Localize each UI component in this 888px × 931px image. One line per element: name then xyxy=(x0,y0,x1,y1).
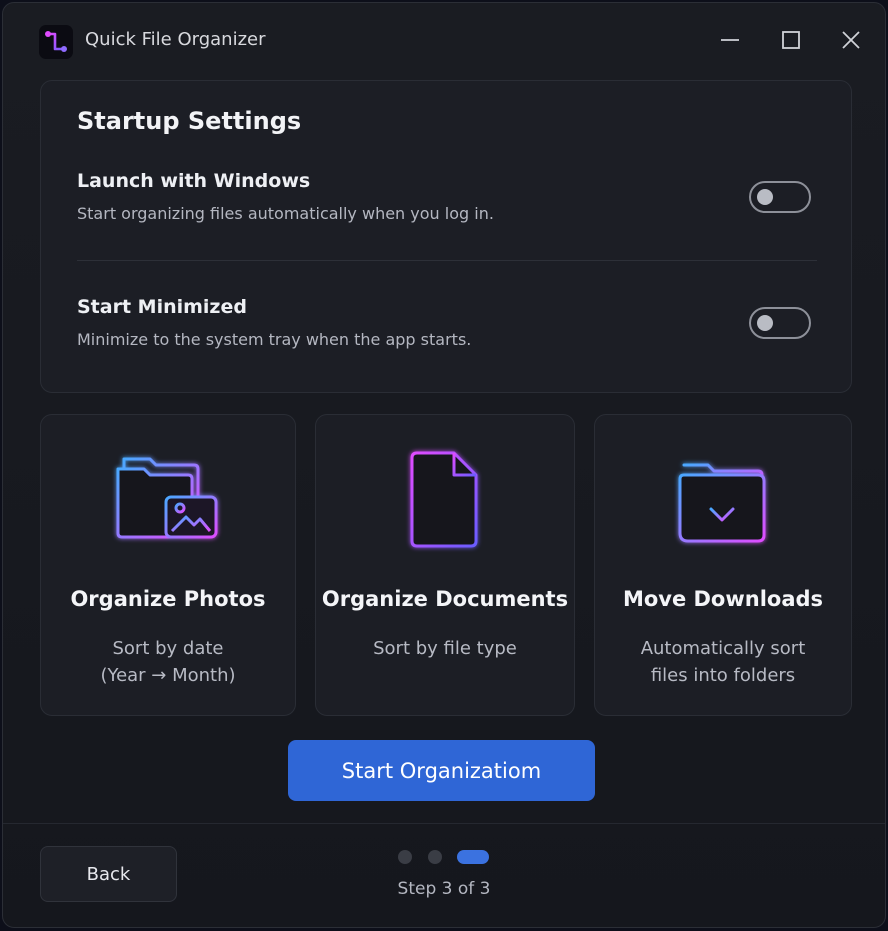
step-dot-3-active xyxy=(457,850,489,864)
setting-label: Launch with Windows xyxy=(77,170,311,192)
footer-divider xyxy=(3,823,885,824)
maximize-button[interactable] xyxy=(773,23,809,57)
move-downloads-card[interactable]: Move Downloads Automatically sort files … xyxy=(594,414,852,716)
startup-settings-card: Startup Settings Launch with Windows Sta… xyxy=(40,80,852,393)
step-dot-2 xyxy=(428,850,442,864)
title-bar[interactable]: Quick File Organizer xyxy=(3,3,885,75)
settings-divider xyxy=(77,260,817,261)
description-line: files into folders xyxy=(650,665,796,686)
window-title: Quick File Organizer xyxy=(85,29,266,50)
start-minimized-toggle[interactable] xyxy=(749,307,811,339)
action-title: Organize Photos xyxy=(70,587,266,611)
description-line: (Year → Month) xyxy=(100,665,236,686)
setting-start-minimized: Start Minimized Minimize to the system t… xyxy=(77,296,815,376)
minimize-button[interactable] xyxy=(712,23,748,57)
close-icon xyxy=(842,31,860,49)
action-description: Sort by date (Year → Month) xyxy=(53,635,283,689)
action-title: Organize Documents xyxy=(321,587,569,611)
action-description: Sort by file type xyxy=(328,635,562,662)
organize-photos-card[interactable]: Organize Photos Sort by date (Year → Mon… xyxy=(40,414,296,716)
setting-launch-with-windows: Launch with Windows Start organizing fil… xyxy=(77,170,815,250)
toggle-knob xyxy=(757,315,773,331)
launch-with-windows-toggle[interactable] xyxy=(749,181,811,213)
document-icon xyxy=(316,445,574,555)
setting-description: Minimize to the system tray when the app… xyxy=(77,330,472,349)
description-line: Sort by date xyxy=(112,638,224,659)
action-description: Automatically sort files into folders xyxy=(607,635,839,689)
toggle-knob xyxy=(757,189,773,205)
setting-label: Start Minimized xyxy=(77,296,247,318)
action-title: Move Downloads xyxy=(622,587,824,611)
start-organization-button[interactable]: Start Organizatiom xyxy=(288,740,595,801)
settings-title: Startup Settings xyxy=(77,107,302,135)
app-logo-icon xyxy=(39,25,73,59)
step-text: Step 3 of 3 xyxy=(397,879,491,899)
close-button[interactable] xyxy=(833,23,869,57)
organize-documents-card[interactable]: Organize Documents Sort by file type xyxy=(315,414,575,716)
download-folder-icon xyxy=(595,445,851,555)
description-line: Sort by file type xyxy=(373,638,517,659)
app-window: Quick File Organizer Startup Settings La… xyxy=(2,2,886,928)
photo-folder-icon xyxy=(41,445,295,555)
setting-description: Start organizing files automatically whe… xyxy=(77,204,494,223)
minimize-icon xyxy=(721,39,739,41)
maximize-icon xyxy=(782,31,800,49)
step-dot-1 xyxy=(398,850,412,864)
description-line: Automatically sort xyxy=(640,638,806,659)
